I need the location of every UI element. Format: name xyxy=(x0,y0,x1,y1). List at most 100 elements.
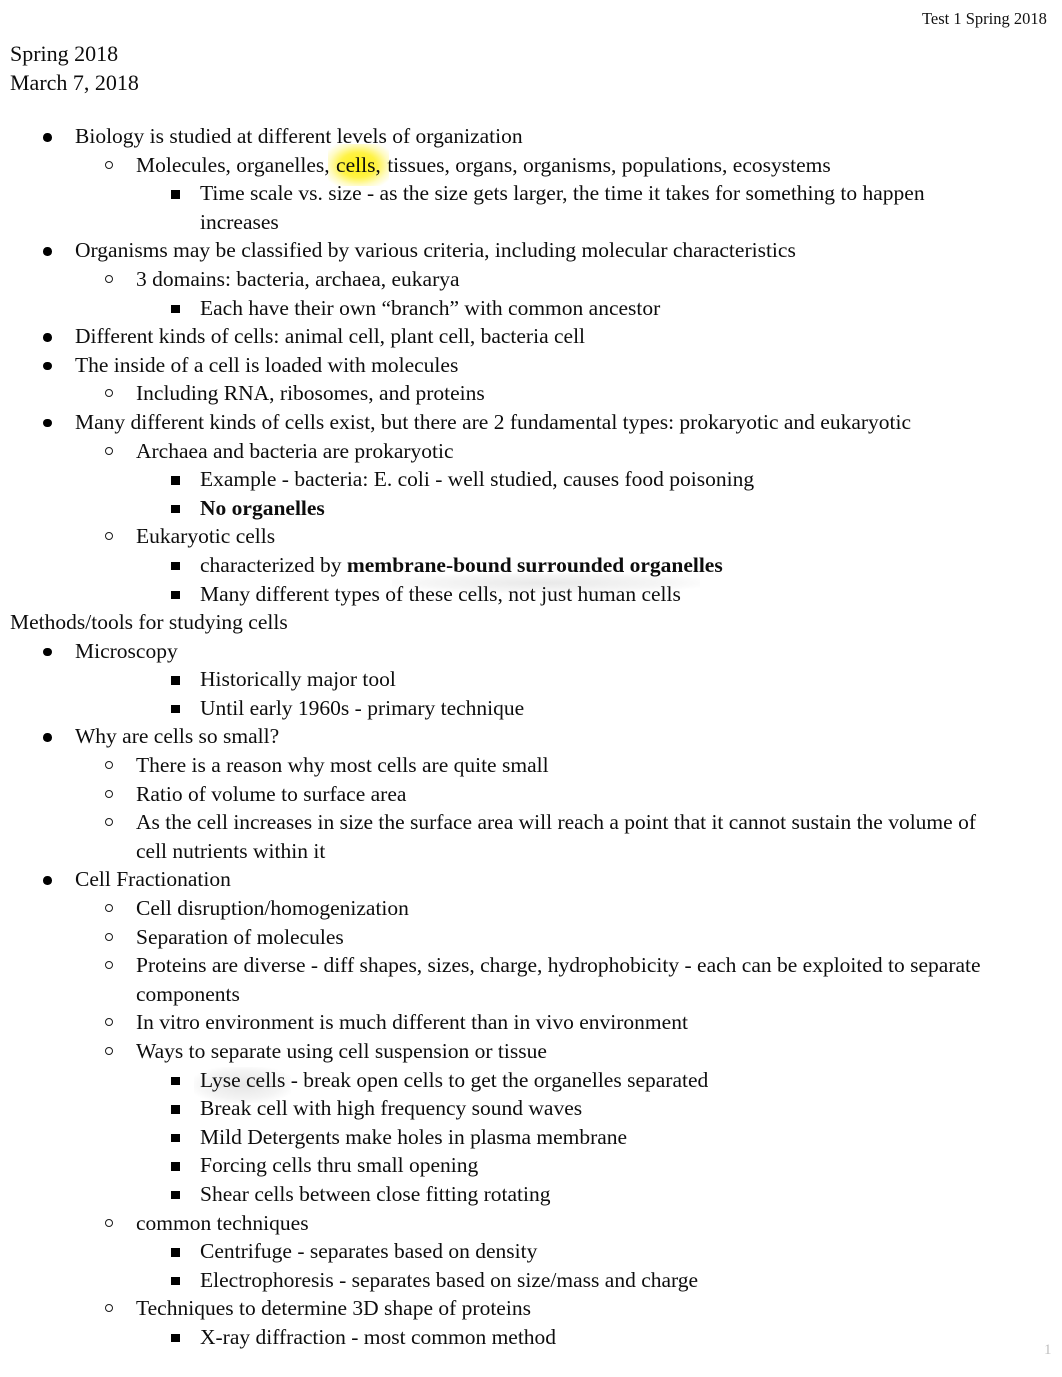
outline-item-l3: Each have their own “branch” with common… xyxy=(0,294,1062,323)
outline-item-text: Forcing cells thru small opening xyxy=(200,1153,479,1178)
outline-item-l3: No organelles xyxy=(0,494,1062,523)
outline-item-l2: Eukaryotic cells xyxy=(0,522,1062,551)
outline-item-text: Archaea and bacteria are prokaryotic xyxy=(136,438,454,463)
square-bullet-icon xyxy=(171,1333,180,1343)
circle-bullet-icon xyxy=(105,389,113,398)
square-bullet-icon xyxy=(171,561,180,571)
square-bullet-icon xyxy=(171,476,180,485)
circle-bullet-icon xyxy=(105,274,113,283)
outline-item-l2: Ways to separate using cell suspension o… xyxy=(0,1037,1062,1066)
square-bullet-icon xyxy=(171,704,180,714)
outline-item-l1: The inside of a cell is loaded with mole… xyxy=(0,351,1062,380)
bold-text: membrane-bound surrounded organelles xyxy=(347,551,723,593)
page-number: 1 xyxy=(1044,1342,1052,1358)
outline-item-l2: common techniques xyxy=(0,1209,1062,1238)
circle-bullet-icon xyxy=(105,1218,113,1227)
title-block: Spring 2018 March 7, 2018 xyxy=(2,40,610,100)
disc-bullet-icon xyxy=(43,733,52,742)
highlighted-text: cells, xyxy=(328,143,389,186)
outline-item-l1: Many different kinds of cells exist, but… xyxy=(0,408,1062,437)
outline-item-l1: Microscopy xyxy=(0,637,1062,666)
notes-outline: Biology is studied at different levels o… xyxy=(0,122,1062,1352)
outline-item-l2: In vitro environment is much different t… xyxy=(0,1008,1062,1037)
outline-item-text: Many different types of these cells, not… xyxy=(200,581,681,606)
outline-item-text: The inside of a cell is loaded with mole… xyxy=(75,352,459,377)
outline-item-l3: Break cell with high frequency sound wav… xyxy=(0,1094,1062,1123)
outline-item-l2: As the cell increases in size the surfac… xyxy=(0,808,1062,865)
outline-item-l3: Electrophoresis - separates based on siz… xyxy=(0,1266,1062,1295)
outline-item-text: Different kinds of cells: animal cell, p… xyxy=(75,324,586,349)
square-bullet-icon xyxy=(171,676,180,685)
outline-item-text: 3 domains: bacteria, archaea, eukarya xyxy=(136,266,460,291)
text-run: tissues, organs, organisms, populations,… xyxy=(381,152,831,177)
outline-item-l1: Different kinds of cells: animal cell, p… xyxy=(0,322,1062,351)
running-header: Test 1 Spring 2018 xyxy=(0,8,1062,32)
outline-item-text: Including RNA, ribosomes, and proteins xyxy=(136,381,485,406)
outline-item-text: Time scale vs. size - as the size gets l… xyxy=(200,181,925,234)
outline-item-l2: There is a reason why most cells are qui… xyxy=(0,751,1062,780)
square-bullet-icon xyxy=(171,1076,180,1086)
disc-bullet-icon xyxy=(43,333,52,342)
circle-bullet-icon xyxy=(105,932,113,941)
outline-item-l3: Lyse cells - break open cells to get the… xyxy=(0,1066,1062,1103)
outline-item-l3: Example - bacteria: E. coli - well studi… xyxy=(0,465,1062,494)
outline-item-l0: Methods/tools for studying cells xyxy=(0,608,1062,637)
outline-item-text: Organisms may be classified by various c… xyxy=(75,238,796,263)
outline-item-l2: Cell disruption/homogenization xyxy=(0,894,1062,923)
outline-item-l1: Organisms may be classified by various c… xyxy=(0,236,1062,265)
square-bullet-icon xyxy=(171,1162,180,1171)
outline-item-l3: Historically major tool xyxy=(0,665,1062,694)
outline-item-text: Centrifuge - separates based on density xyxy=(200,1239,538,1264)
outline-item-text: Electrophoresis - separates based on siz… xyxy=(200,1267,699,1292)
outline-item-l3: Centrifuge - separates based on density xyxy=(0,1237,1062,1266)
outline-item-text: X-ray diffraction - most common method xyxy=(200,1324,557,1349)
disc-bullet-icon xyxy=(43,876,52,885)
outline-item-l3: Until early 1960s - primary technique xyxy=(0,694,1062,723)
outline-item-text: Methods/tools for studying cells xyxy=(10,610,288,635)
outline-item-text: characterized by membrane-bound surround… xyxy=(200,551,990,593)
outline-item-text: Shear cells between close fitting rotati… xyxy=(200,1181,551,1206)
circle-bullet-icon xyxy=(105,532,113,541)
circle-bullet-icon xyxy=(105,1304,113,1313)
outline-item-l1: Cell Fractionation xyxy=(0,865,1062,894)
title-date-line: March 7, 2018 xyxy=(2,69,610,100)
outline-item-l2: Molecules, organelles, cells, tissues, o… xyxy=(0,143,1062,186)
running-header-text: Test 1 Spring 2018 xyxy=(922,9,1047,28)
outline-item-text: Historically major tool xyxy=(200,667,396,692)
outline-item-text: common techniques xyxy=(136,1210,309,1235)
outline-item-text: Molecules, organelles, cells, tissues, o… xyxy=(136,143,990,186)
smudged-text: Lyse cells xyxy=(193,1066,292,1103)
outline-item-text: Why are cells so small? xyxy=(75,724,280,749)
outline-item-l1: Why are cells so small? xyxy=(0,722,1062,751)
outline-item-text: Lyse cells - break open cells to get the… xyxy=(193,1066,990,1103)
outline-item-l3: X-ray diffraction - most common method xyxy=(0,1323,1062,1352)
square-bullet-icon xyxy=(171,504,180,514)
circle-bullet-icon xyxy=(105,1018,113,1027)
disc-bullet-icon xyxy=(43,418,52,428)
circle-bullet-icon xyxy=(105,761,113,770)
outline-item-text: Example - bacteria: E. coli - well studi… xyxy=(200,467,755,492)
outline-item-text: Eukaryotic cells xyxy=(136,524,276,549)
circle-bullet-icon xyxy=(105,904,113,913)
circle-bullet-icon xyxy=(105,961,113,970)
outline-item-text: Each have their own “branch” with common… xyxy=(200,295,661,320)
circle-bullet-icon xyxy=(105,1047,113,1055)
outline-item-text: Cell disruption/homogenization xyxy=(136,896,409,921)
circle-bullet-icon xyxy=(105,446,113,455)
outline-item-text: No organelles xyxy=(200,495,325,520)
circle-bullet-icon xyxy=(105,789,113,798)
outline-item-text: Break cell with high frequency sound wav… xyxy=(200,1096,583,1121)
disc-bullet-icon xyxy=(43,247,52,256)
outline-item-l2: Proteins are diverse - diff shapes, size… xyxy=(0,951,1062,1008)
circle-bullet-icon xyxy=(105,818,113,827)
outline-item-l2: Including RNA, ribosomes, and proteins xyxy=(0,379,1062,408)
outline-item-text: Ways to separate using cell suspension o… xyxy=(136,1039,547,1063)
outline-item-l2: Ratio of volume to surface area xyxy=(0,780,1062,809)
text-run: characterized by xyxy=(200,552,347,577)
outline-item-l3: Forcing cells thru small opening xyxy=(0,1151,1062,1180)
outline-item-text: Separation of molecules xyxy=(136,924,344,949)
square-bullet-icon xyxy=(171,1248,180,1257)
square-bullet-icon xyxy=(171,1190,180,1200)
square-bullet-icon xyxy=(171,590,180,599)
square-bullet-icon xyxy=(171,1105,180,1114)
